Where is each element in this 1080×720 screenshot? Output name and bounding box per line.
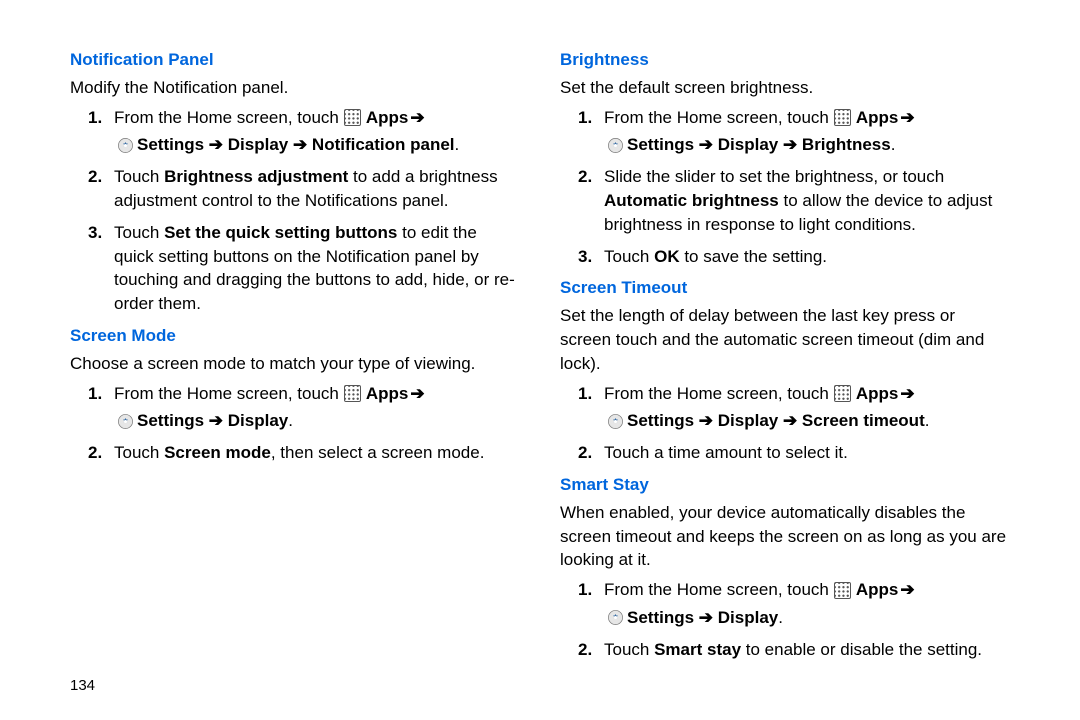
intro-screen-mode: Choose a screen mode to match your type … xyxy=(70,352,520,376)
step-item: From the Home screen, touch Apps ➔ Setti… xyxy=(604,106,1010,158)
step-item: From the Home screen, touch Apps ➔ Setti… xyxy=(604,382,1010,434)
step-item: From the Home screen, touch Apps ➔ Setti… xyxy=(114,382,520,434)
apps-icon xyxy=(834,582,851,599)
steps-smart-stay: From the Home screen, touch Apps ➔ Setti… xyxy=(560,578,1010,661)
step-item: Touch OK to save the setting. xyxy=(604,245,1010,269)
apps-icon xyxy=(344,385,361,402)
step-text: Touch xyxy=(114,443,164,462)
heading-screen-mode: Screen Mode xyxy=(70,324,520,348)
manual-page: Notification Panel Modify the Notificati… xyxy=(0,0,1080,720)
apps-icon xyxy=(834,385,851,402)
gear-icon xyxy=(117,137,134,154)
apps-icon xyxy=(834,109,851,126)
step-text: to enable or disable the setting. xyxy=(741,640,982,659)
step-item: Touch Set the quick setting buttons to e… xyxy=(114,221,520,316)
step-item: Slide the slider to set the brightness, … xyxy=(604,165,1010,236)
step-item: Touch Screen mode, then select a screen … xyxy=(114,441,520,465)
steps-notification-panel: From the Home screen, touch Apps ➔ Setti… xyxy=(70,106,520,316)
heading-notification-panel: Notification Panel xyxy=(70,48,520,72)
intro-smart-stay: When enabled, your device automatically … xyxy=(560,501,1010,572)
step-text: Touch xyxy=(604,640,654,659)
steps-screen-mode: From the Home screen, touch Apps ➔ Setti… xyxy=(70,382,520,465)
step-bold: OK xyxy=(654,247,680,266)
step-item: From the Home screen, touch Apps ➔ Setti… xyxy=(114,106,520,158)
step-text: Slide the slider to set the brightness, … xyxy=(604,167,944,186)
step-text: to save the setting. xyxy=(680,247,827,266)
apps-label: Apps xyxy=(856,578,899,602)
step-text: Touch xyxy=(604,247,654,266)
step-bold: Brightness adjustment xyxy=(164,167,348,186)
step-text: Touch a time amount to select it. xyxy=(604,443,848,462)
intro-brightness: Set the default screen brightness. xyxy=(560,76,1010,100)
steps-brightness: From the Home screen, touch Apps ➔ Setti… xyxy=(560,106,1010,269)
step-text: From the Home screen, touch xyxy=(604,106,829,130)
arrow-icon: ➔ xyxy=(900,106,914,130)
settings-path: Settings ➔ Display ➔ Brightness xyxy=(627,133,891,157)
step-item: Touch Smart stay to enable or disable th… xyxy=(604,638,1010,662)
settings-path: Settings ➔ Display ➔ Notification panel xyxy=(137,133,455,157)
intro-screen-timeout: Set the length of delay between the last… xyxy=(560,304,1010,375)
heading-screen-timeout: Screen Timeout xyxy=(560,276,1010,300)
step-item: Touch a time amount to select it. xyxy=(604,441,1010,465)
step-bold: Automatic brightness xyxy=(604,191,779,210)
arrow-icon: ➔ xyxy=(900,382,914,406)
page-number: 134 xyxy=(70,675,95,696)
step-bold: Screen mode xyxy=(164,443,271,462)
settings-path: Settings ➔ Display xyxy=(137,409,288,433)
steps-screen-timeout: From the Home screen, touch Apps ➔ Setti… xyxy=(560,382,1010,465)
step-text: Touch xyxy=(114,167,164,186)
settings-path: Settings ➔ Display xyxy=(627,606,778,630)
gear-icon xyxy=(607,413,624,430)
gear-icon xyxy=(117,413,134,430)
step-bold: Set the quick setting buttons xyxy=(164,223,397,242)
heading-brightness: Brightness xyxy=(560,48,1010,72)
arrow-icon: ➔ xyxy=(410,106,424,130)
apps-label: Apps xyxy=(366,106,409,130)
intro-notification-panel: Modify the Notification panel. xyxy=(70,76,520,100)
apps-label: Apps xyxy=(366,382,409,406)
arrow-icon: ➔ xyxy=(900,578,914,602)
apps-label: Apps xyxy=(856,106,899,130)
step-bold: Smart stay xyxy=(654,640,741,659)
arrow-icon: ➔ xyxy=(410,382,424,406)
apps-icon xyxy=(344,109,361,126)
step-text: From the Home screen, touch xyxy=(114,382,339,406)
settings-path: Settings ➔ Display ➔ Screen timeout xyxy=(627,409,925,433)
step-text: Touch xyxy=(114,223,164,242)
step-item: Touch Brightness adjustment to add a bri… xyxy=(114,165,520,213)
step-text: From the Home screen, touch xyxy=(114,106,339,130)
step-item: From the Home screen, touch Apps ➔ Setti… xyxy=(604,578,1010,630)
right-column: Brightness Set the default screen bright… xyxy=(550,40,1020,700)
apps-label: Apps xyxy=(856,382,899,406)
gear-icon xyxy=(607,609,624,626)
gear-icon xyxy=(607,137,624,154)
step-text: , then select a screen mode. xyxy=(271,443,485,462)
step-text: From the Home screen, touch xyxy=(604,382,829,406)
left-column: Notification Panel Modify the Notificati… xyxy=(60,40,530,700)
step-text: From the Home screen, touch xyxy=(604,578,829,602)
heading-smart-stay: Smart Stay xyxy=(560,473,1010,497)
